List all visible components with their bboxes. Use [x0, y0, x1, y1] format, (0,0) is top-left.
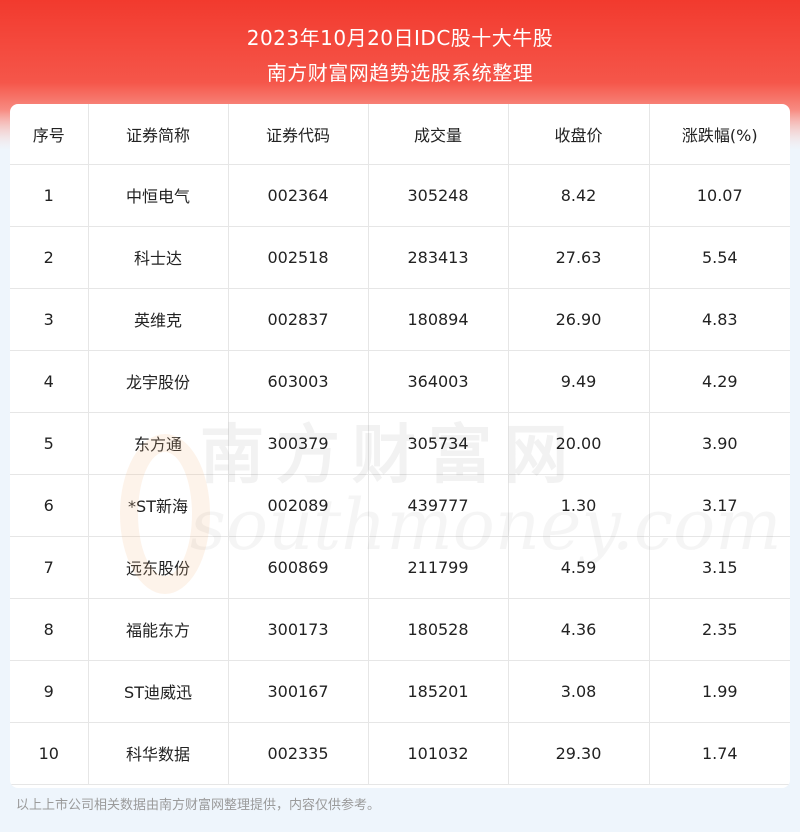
column-header-volume: 成交量 — [368, 104, 509, 165]
table-row: 4 龙宇股份 603003 364003 9.49 4.29 — [10, 350, 790, 413]
cell-change: 4.83 — [649, 288, 790, 351]
table-row: 7 远东股份 600869 211799 4.59 3.15 — [10, 536, 790, 599]
cell-rank: 1 — [10, 164, 89, 227]
cell-name: *ST新海 — [88, 474, 229, 537]
cell-close: 20.00 — [508, 412, 650, 475]
table-row: 6 *ST新海 002089 439777 1.30 3.17 — [10, 474, 790, 537]
cell-code: 002335 — [228, 722, 369, 785]
cell-name: 科华数据 — [88, 722, 229, 785]
cell-code: 300379 — [228, 412, 369, 475]
cell-change: 1.99 — [649, 660, 790, 723]
cell-volume: 439777 — [368, 474, 509, 537]
cell-name: 科士达 — [88, 226, 229, 289]
cell-code: 300167 — [228, 660, 369, 723]
cell-rank: 9 — [10, 660, 89, 723]
cell-close: 4.36 — [508, 598, 650, 661]
cell-close: 27.63 — [508, 226, 650, 289]
cell-close: 29.30 — [508, 722, 650, 785]
cell-code: 600869 — [228, 536, 369, 599]
cell-change: 4.29 — [649, 350, 790, 413]
cell-name: 福能东方 — [88, 598, 229, 661]
table-header-row: 序号 证券简称 证券代码 成交量 收盘价 涨跌幅(%) — [10, 104, 790, 165]
cell-change: 10.07 — [649, 164, 790, 227]
table-row: 5 东方通 300379 305734 20.00 3.90 — [10, 412, 790, 475]
cell-rank: 8 — [10, 598, 89, 661]
stock-table-card: 序号 证券简称 证券代码 成交量 收盘价 涨跌幅(%) 1 中恒电气 002364 3… — [10, 104, 790, 788]
cell-change: 3.90 — [649, 412, 790, 475]
page-title: 2023年10月20日IDC股十大牛股 — [246, 26, 554, 50]
cell-code: 002089 — [228, 474, 369, 537]
cell-close: 1.30 — [508, 474, 650, 537]
cell-code: 300173 — [228, 598, 369, 661]
table-row: 2 科士达 002518 283413 27.63 5.54 — [10, 226, 790, 289]
footer-note: 以上上市公司相关数据由南方财富网整理提供，内容仅供参考。 — [16, 798, 381, 813]
cell-close: 26.90 — [508, 288, 650, 351]
cell-code: 603003 — [228, 350, 369, 413]
column-header-close: 收盘价 — [508, 104, 650, 165]
cell-name: 远东股份 — [88, 536, 229, 599]
cell-close: 3.08 — [508, 660, 650, 723]
cell-name: ST迪威迅 — [88, 660, 229, 723]
table-row: 1 中恒电气 002364 305248 8.42 10.07 — [10, 164, 790, 227]
cell-rank: 10 — [10, 722, 89, 785]
cell-change: 2.35 — [649, 598, 790, 661]
cell-volume: 305248 — [368, 164, 509, 227]
stock-table: 序号 证券简称 证券代码 成交量 收盘价 涨跌幅(%) 1 中恒电气 002364 3… — [10, 104, 790, 785]
cell-volume: 180894 — [368, 288, 509, 351]
cell-volume: 211799 — [368, 536, 509, 599]
cell-rank: 7 — [10, 536, 89, 599]
cell-rank: 4 — [10, 350, 89, 413]
cell-volume: 283413 — [368, 226, 509, 289]
table-row: 10 科华数据 002335 101032 29.30 1.74 — [10, 722, 790, 785]
cell-name: 龙宇股份 — [88, 350, 229, 413]
table-row: 8 福能东方 300173 180528 4.36 2.35 — [10, 598, 790, 661]
cell-code: 002837 — [228, 288, 369, 351]
cell-volume: 364003 — [368, 350, 509, 413]
column-header-name: 证券简称 — [88, 104, 229, 165]
column-header-code: 证券代码 — [228, 104, 369, 165]
page-subtitle: 南方财富网趋势选股系统整理 — [266, 61, 534, 85]
cell-name: 中恒电气 — [88, 164, 229, 227]
cell-change: 5.54 — [649, 226, 790, 289]
cell-change: 1.74 — [649, 722, 790, 785]
column-header-rank: 序号 — [10, 104, 89, 165]
cell-volume: 180528 — [368, 598, 509, 661]
cell-code: 002364 — [228, 164, 369, 227]
cell-change: 3.17 — [649, 474, 790, 537]
cell-name: 东方通 — [88, 412, 229, 475]
cell-name: 英维克 — [88, 288, 229, 351]
table-row: 9 ST迪威迅 300167 185201 3.08 1.99 — [10, 660, 790, 723]
cell-rank: 6 — [10, 474, 89, 537]
cell-volume: 101032 — [368, 722, 509, 785]
cell-close: 4.59 — [508, 536, 650, 599]
cell-rank: 3 — [10, 288, 89, 351]
cell-rank: 2 — [10, 226, 89, 289]
cell-close: 9.49 — [508, 350, 650, 413]
table-row: 3 英维克 002837 180894 26.90 4.83 — [10, 288, 790, 351]
cell-close: 8.42 — [508, 164, 650, 227]
cell-change: 3.15 — [649, 536, 790, 599]
cell-volume: 185201 — [368, 660, 509, 723]
cell-volume: 305734 — [368, 412, 509, 475]
cell-rank: 5 — [10, 412, 89, 475]
column-header-change: 涨跌幅(%) — [649, 104, 790, 165]
cell-code: 002518 — [228, 226, 369, 289]
